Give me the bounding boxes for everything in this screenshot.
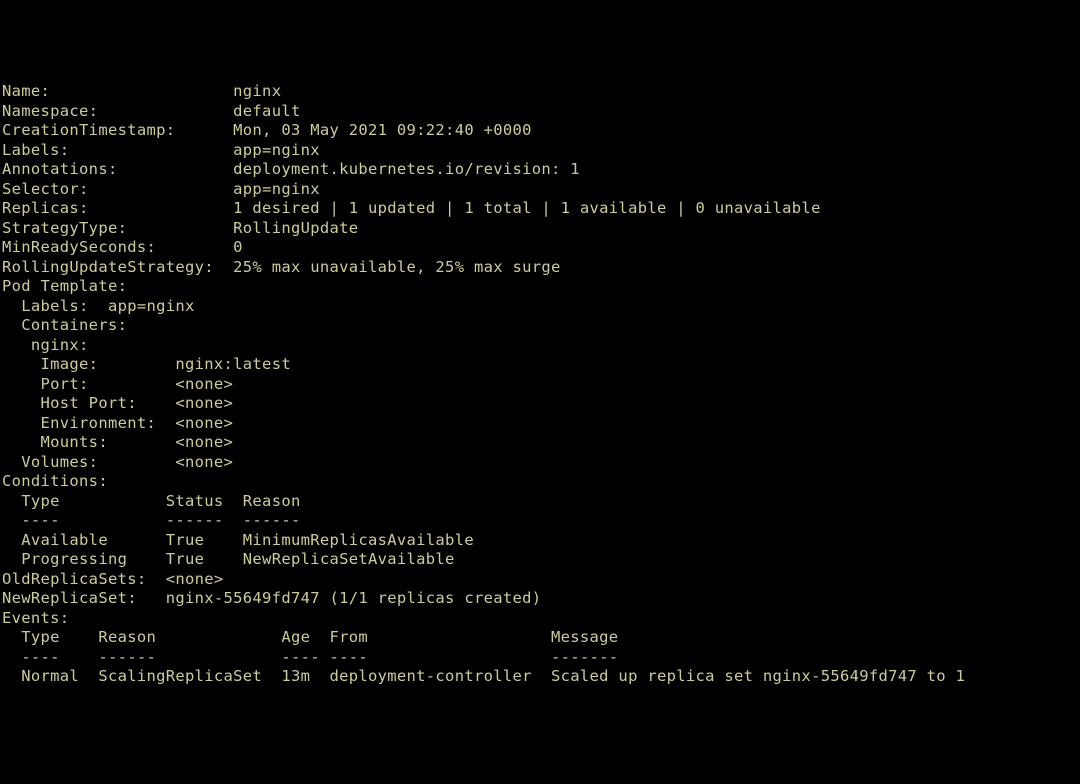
terminal-output[interactable]: Name: nginx Namespace: default CreationT… — [2, 82, 1078, 687]
